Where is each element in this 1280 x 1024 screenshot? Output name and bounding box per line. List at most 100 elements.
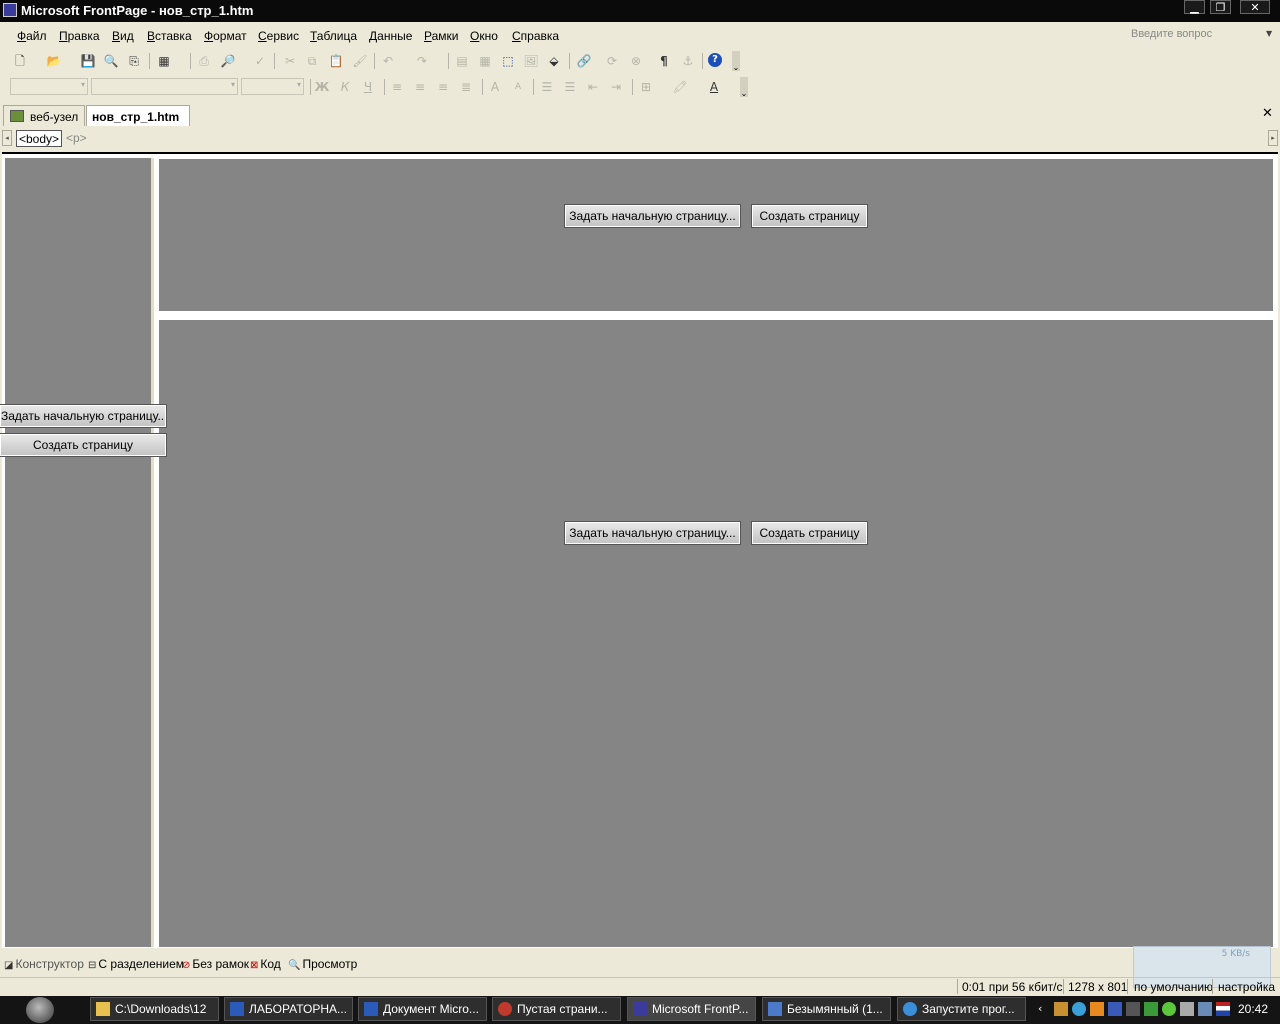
menu-view[interactable]: Вид bbox=[112, 29, 134, 43]
left-create-page-button[interactable]: Создать страницу bbox=[0, 433, 167, 457]
show-all-icon[interactable]: ¶ bbox=[656, 53, 672, 69]
tray-volume-icon[interactable] bbox=[1198, 1002, 1212, 1016]
preview-icon[interactable]: 🔎 bbox=[220, 53, 236, 69]
italic-icon[interactable]: К bbox=[337, 79, 353, 95]
tray-network-icon[interactable] bbox=[1108, 1002, 1122, 1016]
view-code[interactable]: ⊠ Код bbox=[250, 957, 281, 971]
language-flag-icon[interactable] bbox=[1216, 1002, 1230, 1016]
decrease-indent-icon[interactable]: ⇤ bbox=[585, 79, 601, 95]
menu-frames[interactable]: Рамки bbox=[424, 29, 459, 43]
tag-scroll-left-icon[interactable]: ◂ bbox=[2, 130, 12, 146]
tag-p[interactable]: <p> bbox=[64, 130, 89, 147]
stop-icon[interactable]: ⊗ bbox=[628, 53, 644, 69]
copy-icon[interactable]: ⧉ bbox=[304, 53, 320, 69]
font-size-combo[interactable] bbox=[241, 78, 304, 95]
tag-body[interactable]: <body> bbox=[16, 130, 63, 147]
top-create-page-button[interactable]: Создать страницу bbox=[751, 204, 868, 228]
redo-icon[interactable]: ↷ bbox=[414, 53, 430, 69]
format-painter-icon[interactable]: 🖌 bbox=[352, 53, 368, 69]
undo-icon[interactable]: ↶ bbox=[380, 53, 396, 69]
style-combo[interactable] bbox=[10, 78, 88, 95]
top-frame[interactable] bbox=[159, 159, 1273, 311]
task-ms-doc[interactable]: Документ Micro... bbox=[358, 997, 487, 1021]
help-question-input[interactable]: Введите вопрос bbox=[1131, 28, 1212, 40]
toolbar-options-icon[interactable]: ⌄ bbox=[740, 77, 748, 98]
drawing-icon[interactable]: ⬙ bbox=[546, 53, 562, 69]
tray-icq-icon[interactable] bbox=[1162, 1002, 1176, 1016]
restore-button[interactable]: ❐ bbox=[1210, 0, 1231, 14]
draw-layer-icon[interactable]: ⬚ bbox=[500, 53, 516, 69]
menu-help[interactable]: Справка bbox=[512, 29, 559, 43]
menu-format[interactable]: Формат bbox=[204, 29, 247, 43]
font-combo[interactable] bbox=[91, 78, 238, 95]
insert-table-icon[interactable]: ▦ bbox=[477, 53, 493, 69]
align-center-icon[interactable]: ≡ bbox=[412, 79, 428, 95]
menu-window[interactable]: Окно bbox=[470, 29, 498, 43]
refresh-icon[interactable]: ⟳ bbox=[604, 53, 620, 69]
task-blank-page[interactable]: Пустая страни... bbox=[492, 997, 621, 1021]
view-preview[interactable]: 🔍 Просмотр bbox=[288, 957, 357, 971]
menu-tools[interactable]: Сервис bbox=[258, 29, 299, 43]
tab-website[interactable]: веб-узел bbox=[3, 105, 85, 126]
left-set-start-page-button[interactable]: Задать начальную страницу... bbox=[0, 404, 167, 428]
publish-icon[interactable]: ⎘ bbox=[126, 53, 142, 69]
main-create-page-button[interactable]: Создать страницу bbox=[751, 521, 868, 545]
menu-insert[interactable]: Вставка bbox=[147, 29, 192, 43]
left-frame[interactable] bbox=[5, 158, 154, 947]
decrease-font-icon[interactable]: A bbox=[510, 79, 526, 95]
tag-scroll-right-icon[interactable]: ▸ bbox=[1268, 130, 1278, 146]
task-untitled[interactable]: Безымянный (1... bbox=[762, 997, 891, 1021]
close-window-button[interactable]: ✕ bbox=[1240, 0, 1270, 14]
custom-mode[interactable]: настройка bbox=[1218, 980, 1275, 994]
increase-font-icon[interactable]: A bbox=[487, 79, 503, 95]
view-split[interactable]: ⊟ С разделением bbox=[88, 957, 184, 971]
menu-table[interactable]: Таблица bbox=[310, 29, 357, 43]
toolbar-options-icon[interactable]: ⌄ bbox=[732, 51, 740, 72]
cut-icon[interactable]: ✂ bbox=[282, 53, 298, 69]
start-button[interactable] bbox=[26, 997, 54, 1023]
tab-document[interactable]: нов_стр_1.htm bbox=[86, 105, 190, 126]
increase-indent-icon[interactable]: ⇥ bbox=[608, 79, 624, 95]
tray-media-icon[interactable] bbox=[1090, 1002, 1104, 1016]
align-left-icon[interactable]: ≡ bbox=[389, 79, 405, 95]
save-icon[interactable]: 💾 bbox=[80, 53, 96, 69]
menu-edit[interactable]: Правка bbox=[59, 29, 100, 43]
menu-file[interactable]: Файл bbox=[17, 29, 47, 43]
view-design[interactable]: ◪ Конструктор bbox=[4, 957, 84, 971]
borders-icon[interactable]: ⊞ bbox=[638, 79, 654, 95]
default-mode[interactable]: по умолчанию bbox=[1134, 980, 1213, 994]
task-frontpage[interactable]: Microsoft FrontP... bbox=[627, 997, 756, 1021]
web-component-icon[interactable]: ▦ bbox=[156, 53, 172, 69]
task-lab-doc[interactable]: ЛАБОРАТОРНА... bbox=[224, 997, 353, 1021]
anchor-icon[interactable]: ⚓ bbox=[680, 53, 696, 69]
main-frame[interactable] bbox=[159, 320, 1273, 947]
tray-app-icon[interactable] bbox=[1054, 1002, 1068, 1016]
top-set-start-page-button[interactable]: Задать начальную страницу... bbox=[564, 204, 741, 228]
hyperlink-icon[interactable]: 🔗 bbox=[576, 53, 592, 69]
task-launch[interactable]: Запустите прог... bbox=[897, 997, 1026, 1021]
insert-picture-icon[interactable]: 🖼 bbox=[523, 53, 539, 69]
tray-drive-icon[interactable] bbox=[1180, 1002, 1194, 1016]
view-no-frames[interactable]: ⊘ Без рамок bbox=[182, 957, 249, 971]
new-page-icon[interactable]: 🗋 bbox=[12, 53, 28, 69]
bullets-icon[interactable]: ☰ bbox=[562, 79, 578, 95]
open-icon[interactable]: 📂 bbox=[46, 53, 62, 69]
help-icon[interactable]: ? bbox=[708, 53, 722, 67]
insert-layer-icon[interactable]: ▤ bbox=[454, 53, 470, 69]
close-document-button[interactable]: ✕ bbox=[1262, 106, 1273, 121]
tray-utm-icon[interactable] bbox=[1126, 1002, 1140, 1016]
menu-data[interactable]: Данные bbox=[369, 29, 412, 43]
task-downloads[interactable]: C:\Downloads\12 bbox=[90, 997, 219, 1021]
font-color-icon[interactable]: A bbox=[706, 79, 722, 95]
underline-icon[interactable]: Ч bbox=[360, 79, 376, 95]
paste-icon[interactable]: 📋 bbox=[328, 53, 344, 69]
print-icon[interactable]: ⎙ bbox=[196, 53, 212, 69]
tray-p-icon[interactable] bbox=[1144, 1002, 1158, 1016]
main-set-start-page-button[interactable]: Задать начальную страницу... bbox=[564, 521, 741, 545]
numbering-icon[interactable]: ☰ bbox=[539, 79, 555, 95]
tray-globe-icon[interactable] bbox=[1072, 1002, 1086, 1016]
highlight-icon[interactable]: 🖍 bbox=[672, 79, 688, 95]
bold-icon[interactable]: Ж bbox=[314, 79, 330, 95]
tray-expand-icon[interactable]: ‹ bbox=[1038, 1002, 1042, 1015]
clock[interactable]: 20:42 bbox=[1238, 1002, 1268, 1016]
